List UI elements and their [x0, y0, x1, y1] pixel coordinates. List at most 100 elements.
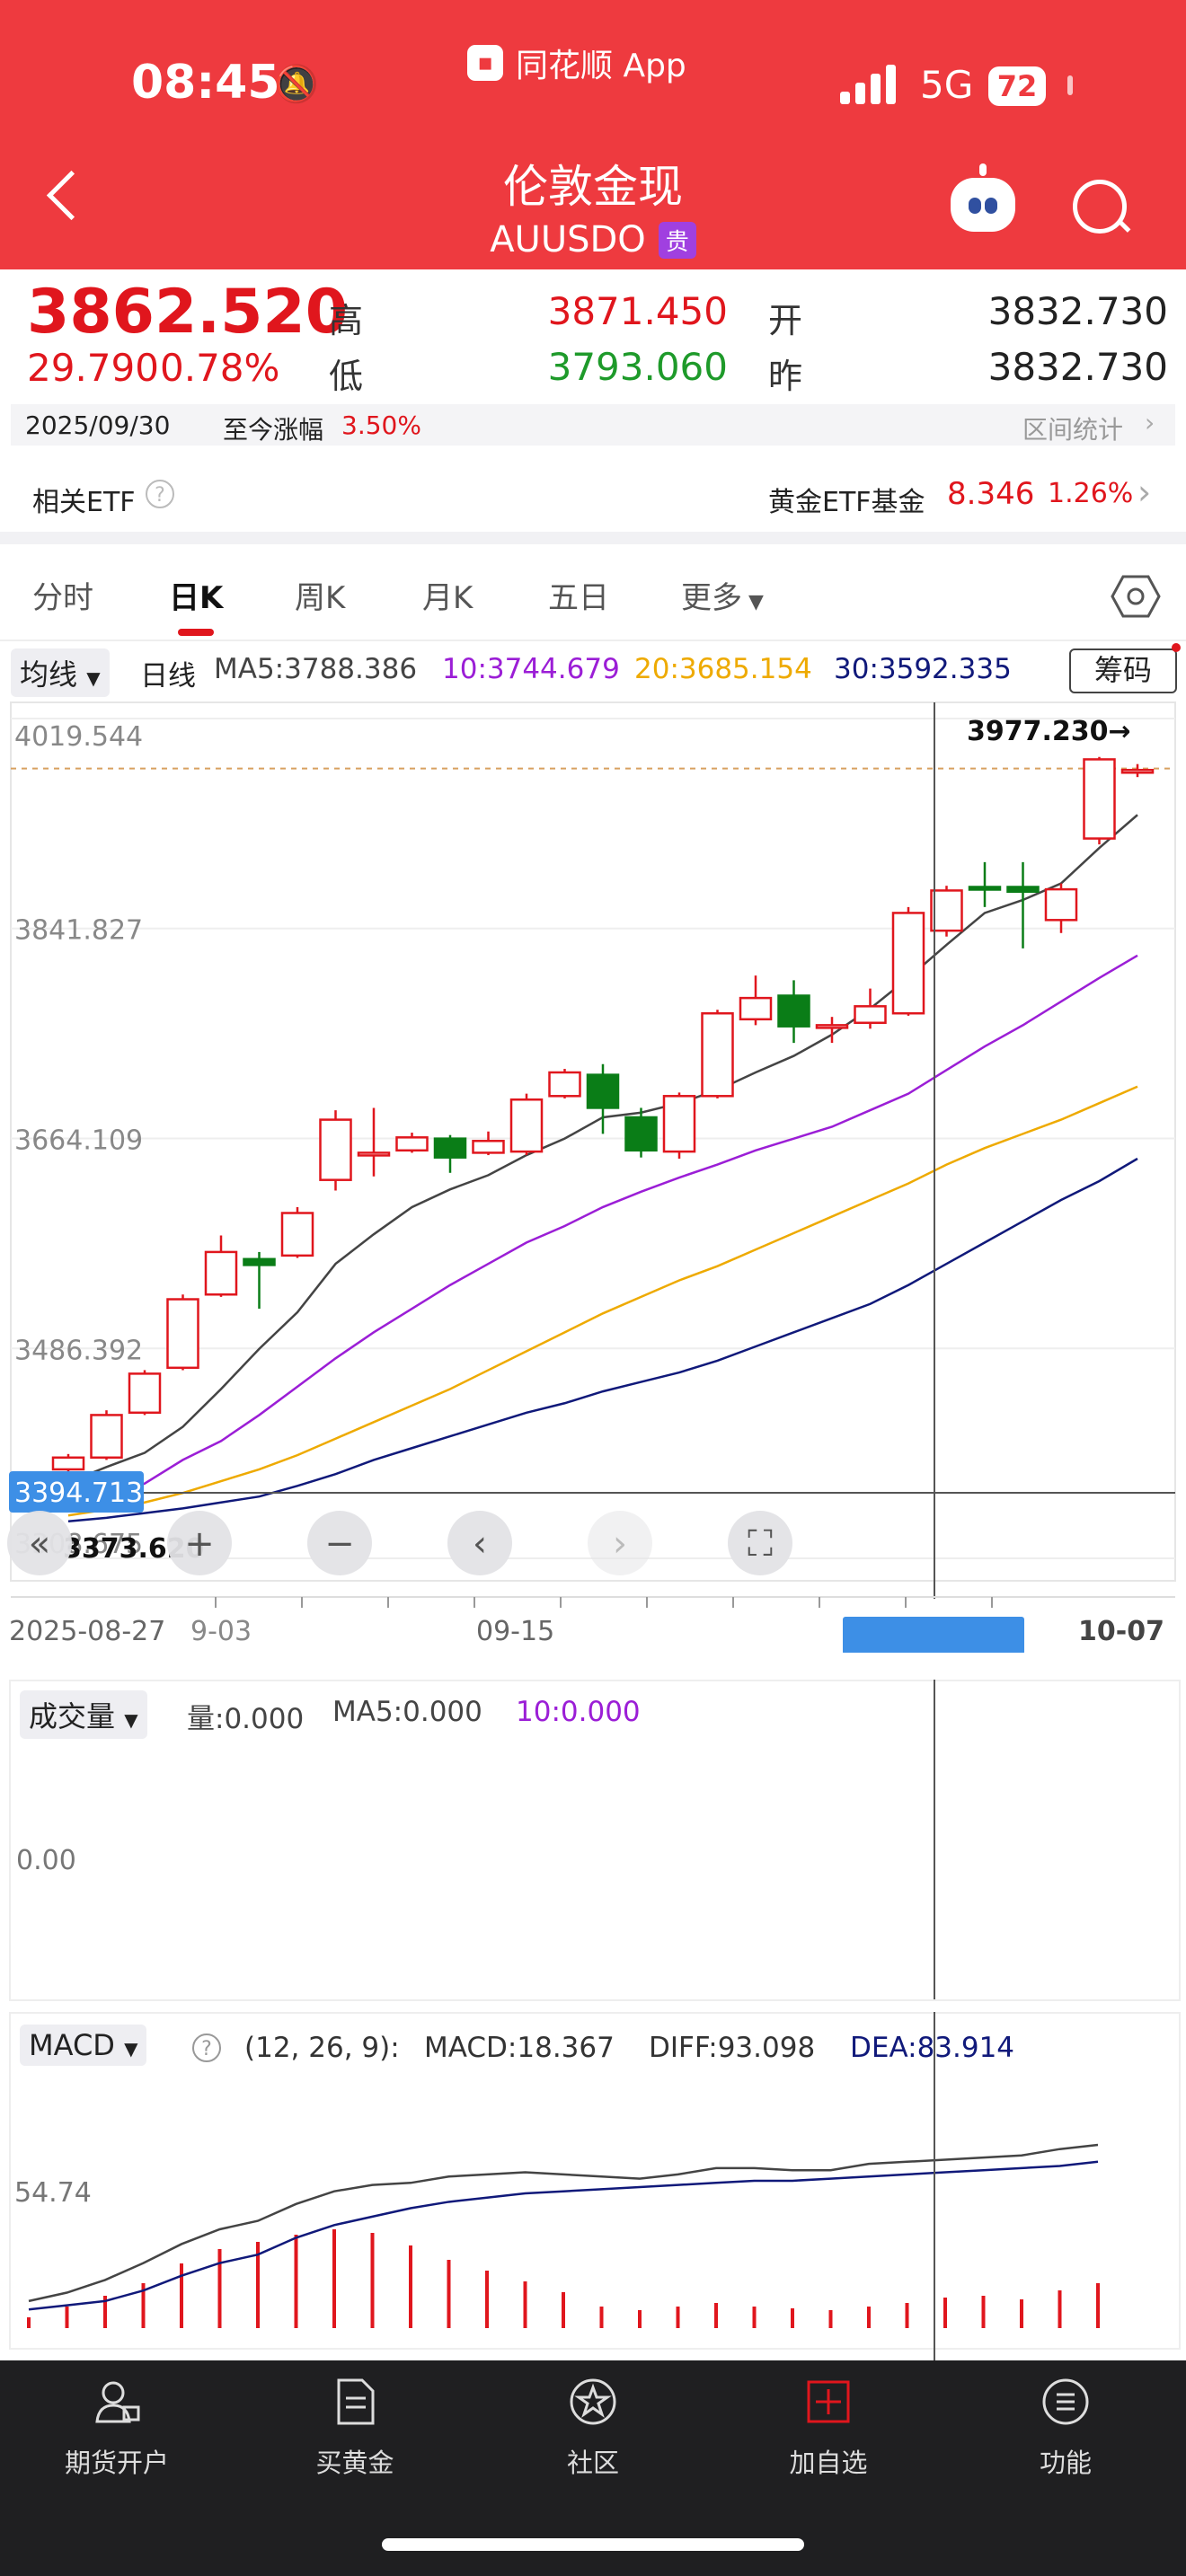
nav-label: 加自选 — [789, 2448, 868, 2478]
prev-close-value: 3832.730 — [987, 345, 1168, 389]
candle-body — [701, 1011, 734, 1098]
price-tick-label: 3664.109 — [14, 1125, 143, 1157]
zoom-in-icon[interactable]: + — [167, 1511, 232, 1575]
nav-label: 买黄金 — [315, 2448, 394, 2478]
since-label: 至今涨幅 — [223, 415, 324, 445]
candle-body — [1006, 886, 1040, 893]
candle-body — [433, 1137, 467, 1159]
gold-etf-label: 黄金ETF基金 — [768, 487, 925, 518]
kline-chart[interactable]: 4019.5443841.8273664.1093486.3923308.675… — [0, 692, 1186, 1653]
instrument-code-row: AUUSDO 贵 — [0, 219, 1186, 260]
candle-body — [586, 1073, 620, 1109]
document-icon — [337, 2378, 375, 2425]
ma30-line — [67, 1157, 1138, 1523]
menu-circle-icon — [1042, 2378, 1089, 2425]
app-logo-icon: ▪ — [467, 45, 503, 81]
price-change: 29.790 — [27, 346, 159, 390]
chip-distribution-button[interactable]: 筹码 — [1069, 648, 1177, 693]
low-label: 低 — [329, 357, 364, 396]
high-marker-label: 3977.230→ — [967, 716, 1131, 747]
ma-selector[interactable]: 均线 ▼ — [11, 648, 110, 697]
community-star-icon — [570, 2378, 616, 2425]
nav-label: 社区 — [566, 2448, 619, 2478]
since-value: 3.50% — [341, 410, 421, 440]
ma30-value: 30:3592.335 — [834, 653, 1012, 685]
user-account-icon — [95, 2381, 140, 2423]
tab-five-day[interactable]: 五日 — [548, 573, 609, 617]
silent-bell-icon: 🔕 — [274, 64, 319, 105]
tab-intraday[interactable]: 分时 — [32, 573, 93, 617]
notification-dot — [1172, 643, 1181, 652]
candle-body — [891, 912, 925, 1015]
open-label: 开 — [768, 301, 803, 340]
date-label-mid: 09-15 — [476, 1616, 554, 1647]
tab-more-label: 更多 — [681, 580, 742, 616]
gold-etf-pct: 1.26% — [1048, 478, 1134, 509]
range-stats-bar[interactable]: 2025/09/30 至今涨幅 3.50% 区间统计 › — [11, 404, 1175, 446]
nav-community[interactable]: 社区 — [512, 2377, 674, 2480]
candle-body — [1083, 758, 1116, 840]
nav-buy-gold[interactable]: 买黄金 — [274, 2377, 436, 2480]
control-symbol: ⛶ — [748, 1523, 773, 1565]
low-value: 3793.060 — [547, 345, 728, 389]
status-time: 08:45 — [131, 56, 280, 110]
price-tick-label: 3486.392 — [14, 1335, 143, 1366]
settings-hexagon-icon[interactable] — [1111, 573, 1161, 620]
nav-label: 期货开户 — [64, 2448, 169, 2478]
dropdown-icon: ▼ — [86, 667, 101, 689]
candle-body — [166, 1298, 199, 1370]
candle-body — [357, 1151, 391, 1157]
crosshair-price-label: 3394.713 — [14, 1478, 143, 1509]
scroll-right-icon[interactable]: › — [588, 1511, 652, 1575]
price-change-pct: 0.78% — [160, 346, 280, 390]
range-stats-link[interactable]: 区间统计 — [1022, 410, 1123, 446]
tabs-divider — [0, 640, 1186, 641]
nav-add-watchlist[interactable]: 加自选 — [748, 2377, 909, 2480]
nav-functions[interactable]: 功能 — [985, 2377, 1146, 2480]
shrink-left-icon[interactable]: « — [7, 1511, 72, 1575]
battery-icon: 72 — [988, 66, 1046, 106]
tab-weekly[interactable]: 周K — [295, 573, 345, 617]
candle-body — [472, 1140, 505, 1154]
candle-body — [815, 1024, 849, 1029]
tab-monthly[interactable]: 月K — [422, 573, 473, 617]
chevron-right-icon: › — [1145, 408, 1155, 437]
app-name-label: 同花顺 App — [516, 48, 686, 84]
candle-body — [930, 889, 963, 932]
range-slider-handle[interactable] — [843, 1617, 1024, 1653]
robot-assistant-icon[interactable] — [951, 163, 1015, 232]
chart-overlay: 3394.7133977.230→3373.620 — [9, 702, 1175, 1599]
fullscreen-icon[interactable]: ⛶ — [728, 1511, 792, 1575]
section-divider — [0, 532, 1186, 544]
candle-body — [319, 1118, 352, 1181]
control-symbol: ‹ — [473, 1523, 487, 1565]
nav-futures-account[interactable]: 期货开户 — [36, 2377, 198, 2480]
date-label-partial: 9-03 — [190, 1616, 252, 1647]
zoom-out-icon[interactable]: − — [307, 1511, 372, 1575]
candle-body — [128, 1372, 162, 1415]
prev-close-label: 昨 — [768, 357, 803, 396]
price-tick-label: 3841.827 — [14, 915, 143, 947]
candle-body — [624, 1116, 658, 1152]
high-label: 高 — [329, 301, 364, 340]
search-icon[interactable] — [1073, 180, 1127, 234]
crosshair-lower — [934, 1680, 935, 2362]
top-header: 08:45 🔕 ▪ 同花顺 App 5G 72 伦敦金现 AUUSDO 贵 — [0, 0, 1186, 269]
ma20-line — [67, 1085, 1138, 1517]
tab-more[interactable]: 更多 ▼ — [681, 573, 764, 617]
help-icon[interactable]: ? — [144, 478, 176, 510]
candle-body — [90, 1414, 123, 1460]
ma10-line — [67, 954, 1138, 1511]
candle-body — [739, 996, 773, 1021]
active-tab-indicator — [178, 629, 214, 636]
instrument-code: AUUSDO — [490, 219, 646, 260]
app-name: ▪ 同花顺 App — [467, 40, 686, 86]
battery-cap — [1067, 75, 1073, 95]
candle-body — [280, 1212, 314, 1257]
related-etf-row[interactable]: 相关ETF ? 黄金ETF基金 8.346 1.26% › — [0, 460, 1186, 532]
control-symbol: − — [324, 1523, 355, 1565]
scroll-left-icon[interactable]: ‹ — [447, 1511, 512, 1575]
chevron-right-icon: › — [1137, 472, 1152, 512]
home-indicator — [382, 2538, 804, 2551]
tab-daily[interactable]: 日K — [169, 573, 223, 617]
